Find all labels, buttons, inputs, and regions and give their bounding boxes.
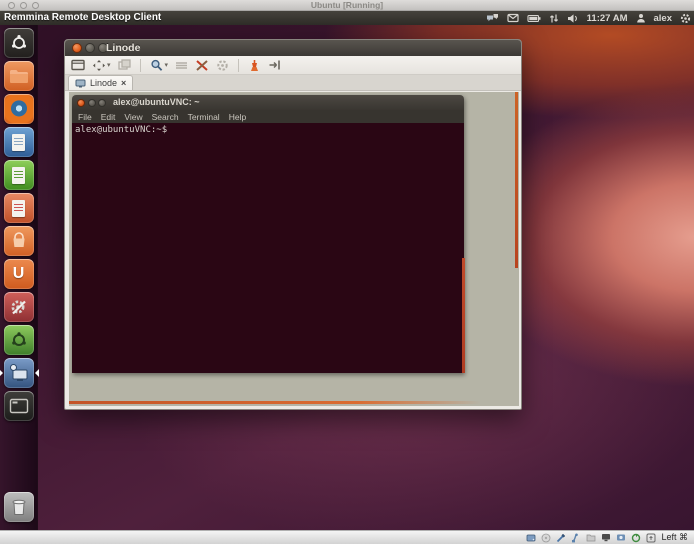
toolbar-separator [238, 59, 239, 72]
virtualbox-titlebar: Ubuntu [Running] [0, 0, 694, 11]
remote-vnc-screen[interactable]: alex@ubuntuVNC: ~ File Edit View Search … [69, 92, 519, 406]
remmina-viewport: alex@ubuntuVNC: ~ File Edit View Search … [67, 91, 519, 407]
remote-desktop-icon [8, 363, 30, 383]
shell-prompt: alex@ubuntuVNC:~$ [75, 125, 167, 135]
fullscreen-icon[interactable] [71, 59, 85, 71]
menu-view[interactable]: View [124, 112, 142, 122]
launcher-item-green-app[interactable] [4, 325, 34, 355]
folder-icon [9, 68, 29, 84]
screen: Ubuntu [Running] Remmina Remote Desktop … [0, 0, 694, 544]
video-capture-icon[interactable] [616, 533, 626, 542]
terminal-output[interactable]: alex@ubuntuVNC:~$ [72, 123, 464, 373]
launcher-item-libreoffice-writer[interactable] [4, 127, 34, 157]
tab-label: Linode [90, 78, 117, 88]
launcher-item-system-settings[interactable] [4, 292, 34, 322]
launcher-item-libreoffice-impress[interactable] [4, 193, 34, 223]
ubuntu-logo-dark-icon [10, 331, 28, 349]
terminal-menubar: File Edit View Search Terminal Help [72, 110, 464, 123]
display-icon[interactable] [601, 533, 611, 542]
connection-tab-icon [75, 79, 86, 88]
remmina-window: Linode ▾ ▾ [64, 39, 522, 410]
remmina-toolbar: ▾ ▾ [65, 56, 521, 75]
terminal-titlebar[interactable]: alex@ubuntuVNC: ~ [72, 95, 464, 110]
volume-icon[interactable] [567, 13, 579, 24]
menu-terminal[interactable]: Terminal [188, 112, 220, 122]
remote-terminal-window[interactable]: alex@ubuntuVNC: ~ File Edit View Search … [72, 95, 464, 373]
disconnect-plug-icon[interactable] [248, 59, 261, 72]
minimize-pin-icon[interactable] [268, 59, 281, 71]
tools-icon[interactable] [195, 59, 209, 72]
scaled-mode-icon[interactable] [118, 59, 131, 71]
vm-window-title: Ubuntu [Running] [0, 0, 694, 10]
trash-icon [10, 497, 28, 517]
usb-icon[interactable] [571, 533, 581, 543]
active-app-arrow-right [35, 369, 39, 377]
network-updown-icon[interactable] [549, 13, 559, 24]
launcher-item-libreoffice-calc[interactable] [4, 160, 34, 190]
session-gear-icon[interactable] [680, 13, 691, 24]
ubuntu-top-panel: Remmina Remote Desktop Client 11:27 AM a… [0, 11, 694, 25]
user-icon[interactable] [636, 13, 646, 23]
remote-wallpaper-sliver [69, 401, 481, 404]
remmina-tabbar: Linode × [65, 75, 521, 91]
resize-window-icon[interactable]: ▾ [92, 59, 111, 72]
terminal-title: alex@ubuntuVNC: ~ [113, 95, 200, 110]
keyboard-icon[interactable] [646, 533, 656, 543]
clock[interactable]: 11:27 AM [587, 13, 628, 24]
terminal-maximize-icon[interactable] [98, 99, 106, 107]
launcher-item-firefox[interactable] [4, 94, 34, 124]
launcher-item-trash[interactable] [4, 492, 34, 522]
close-icon[interactable] [8, 2, 15, 9]
traffic-lights[interactable] [8, 2, 39, 9]
menu-search[interactable]: Search [152, 112, 179, 122]
preferences-gear-icon[interactable] [216, 59, 229, 72]
grab-keyboard-icon[interactable] [175, 60, 188, 71]
indicator-area: 11:27 AM alex [486, 11, 691, 25]
terminal-minimize-icon[interactable] [88, 99, 96, 107]
remmina-titlebar[interactable]: Linode [65, 40, 521, 56]
minimize-icon[interactable] [20, 2, 27, 9]
launcher-item-terminal[interactable] [4, 391, 34, 421]
impress-presentation-icon [12, 200, 25, 217]
hard-disks-icon[interactable] [526, 533, 536, 543]
battery-icon[interactable] [527, 14, 541, 23]
magnifier-icon[interactable]: ▾ [150, 59, 169, 72]
tab-linode[interactable]: Linode × [68, 75, 133, 90]
calc-spreadsheet-icon [12, 167, 25, 184]
menu-file[interactable]: File [78, 112, 92, 122]
features-icon[interactable] [631, 533, 641, 543]
launcher-item-ubuntu-software-center[interactable] [4, 226, 34, 256]
ubuntu-logo-icon [10, 34, 28, 52]
remote-wallpaper-sliver [462, 258, 465, 373]
mail-icon[interactable] [507, 13, 519, 23]
zoom-icon[interactable] [32, 2, 39, 9]
terminal-close-icon[interactable] [77, 99, 85, 107]
writer-document-icon [12, 134, 25, 151]
window-close-icon[interactable] [72, 43, 82, 53]
shopping-bag-icon [10, 232, 28, 250]
ubuntu-one-icon: U [13, 259, 25, 289]
tab-close-icon[interactable]: × [121, 78, 126, 88]
optical-drives-icon[interactable] [541, 533, 551, 543]
launcher-item-home-folder[interactable] [4, 61, 34, 91]
unity-launcher: U [0, 25, 38, 530]
window-minimize-icon[interactable] [85, 43, 95, 53]
gear-wrench-icon [9, 297, 29, 317]
launcher-item-dash-home[interactable] [4, 28, 34, 58]
terminal-icon [9, 398, 29, 414]
toolbar-separator [140, 59, 141, 72]
host-key-label: Left ⌘ [661, 532, 688, 543]
active-app-arrow-left [0, 369, 3, 377]
username[interactable]: alex [654, 13, 673, 24]
shared-folders-icon[interactable] [586, 533, 596, 542]
menu-edit[interactable]: Edit [101, 112, 116, 122]
launcher-item-remmina[interactable] [4, 358, 34, 388]
messaging-icon[interactable] [486, 13, 499, 24]
virtualbox-statusbar: Left ⌘ [0, 530, 694, 544]
network-icon[interactable] [556, 533, 566, 543]
launcher-item-ubuntu-one[interactable]: U [4, 259, 34, 289]
remote-wallpaper-sliver [515, 92, 518, 268]
menu-help[interactable]: Help [229, 112, 246, 122]
remmina-window-title: Linode [106, 40, 140, 56]
